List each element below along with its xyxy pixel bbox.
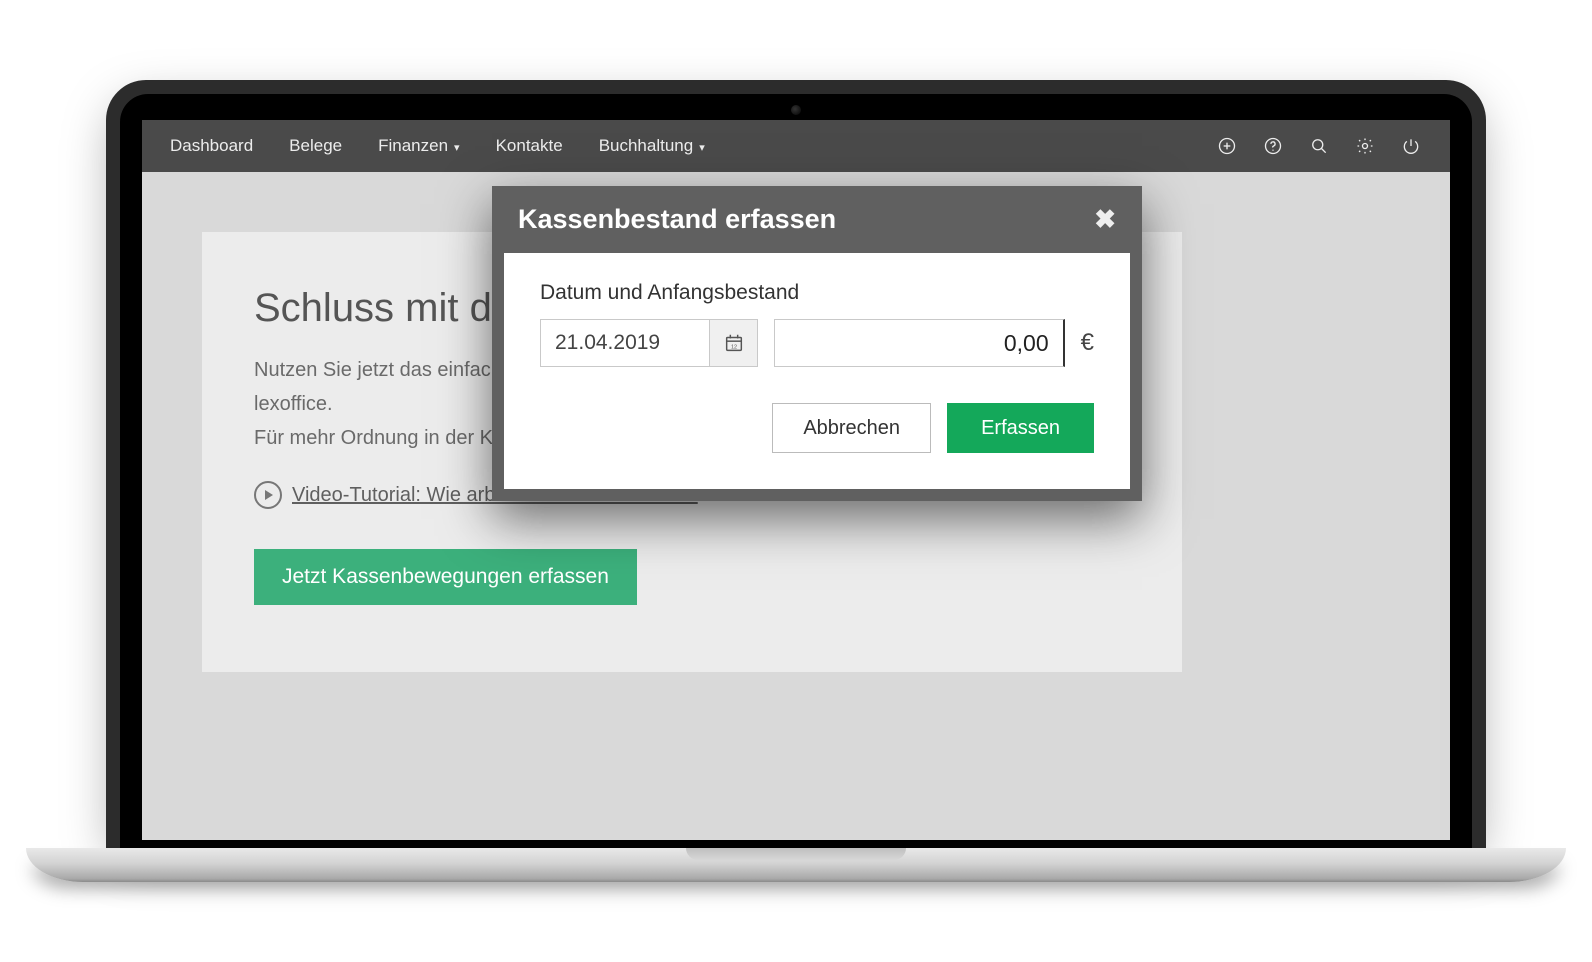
cancel-button[interactable]: Abbrechen (772, 403, 931, 453)
nav-buchhaltung[interactable]: Buchhaltung▾ (599, 136, 705, 156)
nav-dashboard[interactable]: Dashboard (170, 136, 253, 156)
webcam-dot (791, 105, 801, 115)
help-icon[interactable] (1262, 135, 1284, 157)
app-screen: Dashboard Belege Finanzen▾ Kontakte Buch… (142, 120, 1450, 840)
power-icon[interactable] (1400, 135, 1422, 157)
panel-desc-line: Für mehr Ordnung in der Kas (254, 427, 514, 449)
close-icon[interactable]: ✖ (1094, 204, 1116, 235)
panel-desc-line: lexoffice. (254, 393, 333, 415)
play-icon (254, 481, 282, 509)
nav-kontakte[interactable]: Kontakte (496, 136, 563, 156)
calendar-icon[interactable]: 12 (710, 319, 758, 367)
chevron-down-icon: ▾ (699, 141, 705, 154)
currency-label: € (1081, 329, 1094, 357)
top-nav: Dashboard Belege Finanzen▾ Kontakte Buch… (142, 120, 1450, 172)
panel-desc-line: Nutzen Sie jetzt das einfache (254, 359, 513, 381)
modal-title: Kassenbestand erfassen (518, 204, 836, 235)
nav-finanzen[interactable]: Finanzen▾ (378, 136, 459, 156)
record-cash-movements-button[interactable]: Jetzt Kassenbewegungen erfassen (254, 549, 637, 605)
submit-button[interactable]: Erfassen (947, 403, 1094, 453)
cash-balance-modal: Kassenbestand erfassen ✖ Datum und Anfan… (492, 186, 1142, 501)
nav-belege[interactable]: Belege (289, 136, 342, 156)
svg-text:12: 12 (730, 345, 736, 351)
search-icon[interactable] (1308, 135, 1330, 157)
laptop-frame: Dashboard Belege Finanzen▾ Kontakte Buch… (26, 80, 1566, 882)
gear-icon[interactable] (1354, 135, 1376, 157)
laptop-base (26, 848, 1566, 882)
add-icon[interactable] (1216, 135, 1238, 157)
modal-section-label: Datum und Anfangsbestand (540, 281, 1094, 305)
date-field[interactable] (540, 319, 710, 367)
opening-balance-field[interactable] (774, 319, 1065, 367)
chevron-down-icon: ▾ (454, 141, 460, 154)
